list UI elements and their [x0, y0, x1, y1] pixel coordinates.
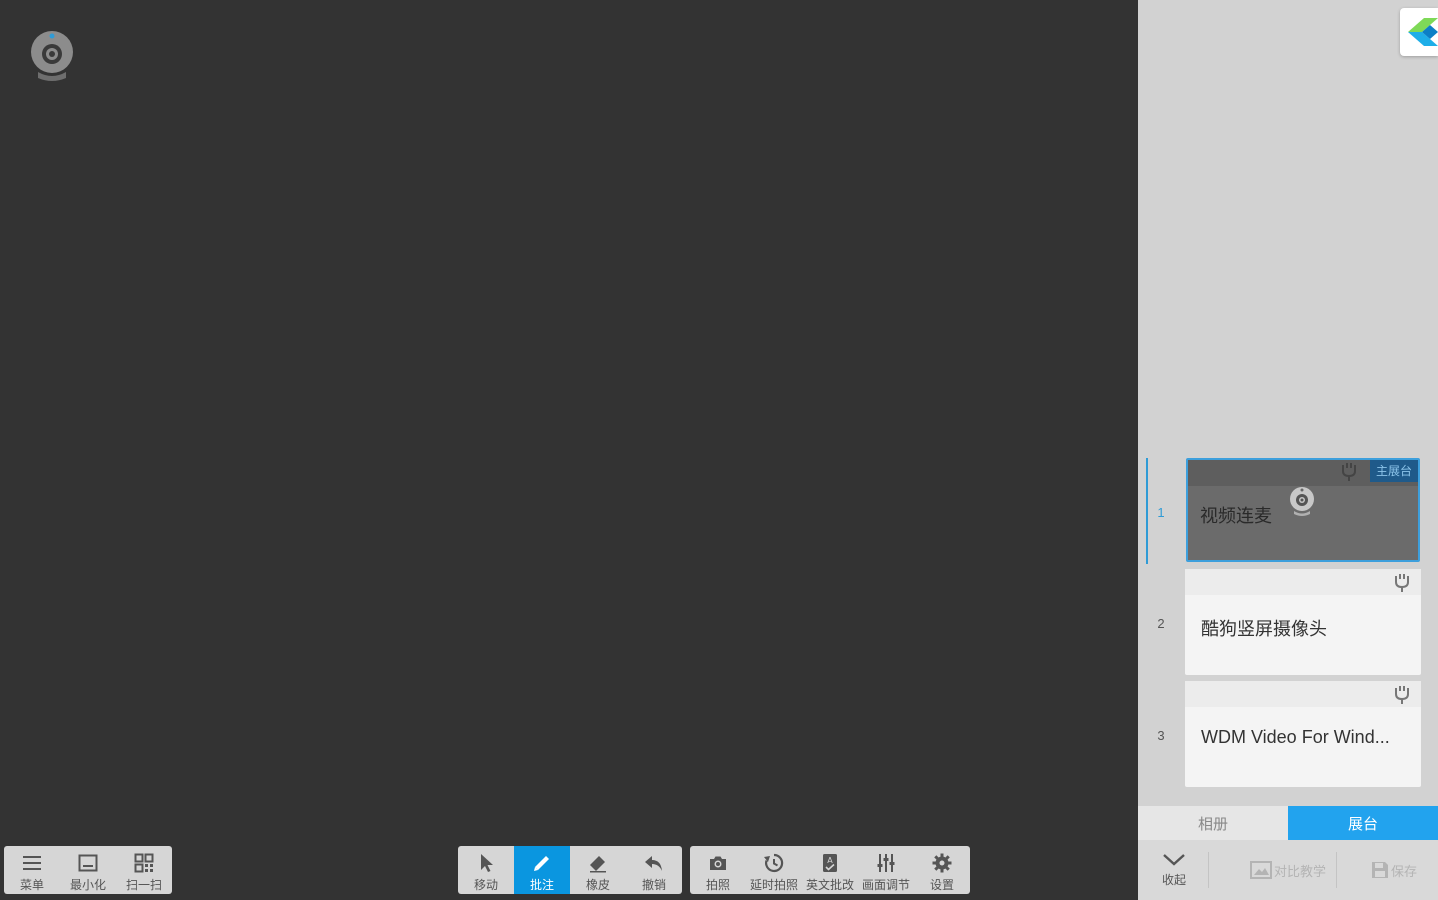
photo-button[interactable]: 拍照 — [690, 846, 746, 894]
panel-tabs: 相册 展台 — [1138, 806, 1438, 840]
scan-label: 扫一扫 — [125, 878, 162, 892]
source-card[interactable]: WDM Video For Wind... — [1185, 681, 1421, 787]
eraser-button[interactable]: 橡皮 — [570, 846, 626, 894]
save-button[interactable]: 保存 — [1364, 840, 1424, 900]
scan-button[interactable]: 扫一扫 — [116, 846, 172, 894]
grading-document-icon: A — [823, 854, 837, 872]
app-logo — [1400, 8, 1438, 56]
source-name: 视频连麦 — [1200, 506, 1272, 526]
timed-photo-button[interactable]: 延时拍照 — [746, 846, 802, 894]
source-card[interactable]: 酷狗竖屏摄像头 — [1185, 569, 1421, 675]
cursor-arrow-icon — [481, 854, 493, 872]
qr-code-icon — [134, 853, 154, 873]
webcam-icon — [1290, 487, 1314, 516]
english-grading-label: 英文批改 — [805, 878, 854, 892]
bottom-left-toolbar: 菜单 最小化 扫一扫 — [4, 846, 172, 894]
camera-stage[interactable] — [0, 0, 1138, 900]
source-item-2[interactable]: 2 酷狗竖屏摄像头 — [1138, 569, 1438, 677]
minimize-button[interactable]: 最小化 — [60, 846, 116, 894]
sliders-icon — [877, 854, 895, 872]
menu-button[interactable]: 菜单 — [4, 846, 60, 894]
collapse-label: 收起 — [1161, 872, 1186, 887]
source-name: 酷狗竖屏摄像头 — [1201, 619, 1327, 639]
eraser-icon — [590, 856, 606, 873]
plug-icon[interactable] — [1340, 462, 1358, 482]
tab-stage[interactable]: 展台 — [1288, 806, 1438, 840]
minimize-label: 最小化 — [69, 878, 106, 892]
gear-icon — [932, 853, 952, 873]
card-header — [1185, 681, 1421, 707]
timed-photo-label: 延时拍照 — [749, 878, 798, 892]
source-side-panel: 1 主展台 视频连麦 2 酷狗竖屏摄像头 3 WDM Video For Win… — [1138, 0, 1438, 900]
brand-logo-icon — [1408, 18, 1438, 46]
plug-icon[interactable] — [1393, 573, 1411, 593]
menu-label: 菜单 — [19, 878, 44, 892]
undo-label: 撤销 — [641, 878, 666, 892]
image-adjust-button[interactable]: 画面调节 — [858, 846, 914, 894]
capture-toolbar: 拍照 延时拍照 A 英文批改 画面调节 设置 — [690, 846, 970, 894]
side-footer: 收起 对比教学 保存 — [1138, 840, 1438, 900]
settings-label: 设置 — [929, 878, 954, 892]
card-header — [1185, 569, 1421, 595]
source-index: 3 — [1157, 727, 1165, 743]
divider — [1336, 852, 1337, 888]
source-card[interactable]: 主展台 视频连麦 — [1186, 458, 1420, 562]
compare-teaching-button[interactable]: 对比教学 — [1236, 840, 1340, 900]
annotate-label: 批注 — [529, 878, 554, 892]
image-adjust-label: 画面调节 — [861, 878, 910, 892]
history-clock-icon — [764, 853, 784, 873]
undo-icon — [645, 856, 662, 871]
pen-icon — [534, 856, 549, 871]
minimize-icon — [78, 854, 98, 872]
settings-button[interactable]: 设置 — [914, 846, 970, 894]
source-item-3[interactable]: 3 WDM Video For Wind... — [1138, 681, 1438, 789]
hamburger-icon — [23, 856, 41, 870]
move-button[interactable]: 移动 — [458, 846, 514, 894]
english-grading-button[interactable]: A 英文批改 — [802, 846, 858, 894]
annotation-toolbar: 移动 批注 橡皮 撤销 — [458, 846, 682, 894]
svg-text:A: A — [827, 856, 833, 865]
webcam-icon — [31, 31, 73, 81]
source-index: 2 — [1157, 615, 1165, 631]
chevron-down-icon — [1163, 853, 1185, 866]
collapse-button[interactable]: 收起 — [1152, 840, 1196, 900]
main-stage-badge: 主展台 — [1369, 460, 1418, 482]
image-gallery-icon — [1249, 861, 1272, 879]
camera-icon — [710, 856, 726, 870]
divider — [1208, 852, 1209, 888]
eraser-label: 橡皮 — [585, 878, 610, 892]
plug-icon[interactable] — [1393, 685, 1411, 705]
floppy-disk-icon — [1371, 862, 1388, 878]
undo-button[interactable]: 撤销 — [626, 846, 682, 894]
source-index: 1 — [1157, 504, 1165, 520]
photo-label: 拍照 — [705, 878, 730, 892]
source-item-1[interactable]: 1 主展台 视频连麦 — [1138, 458, 1438, 566]
compare-teaching-label: 对比教学 — [1273, 863, 1326, 879]
annotate-button[interactable]: 批注 — [514, 846, 570, 894]
move-label: 移动 — [473, 878, 498, 892]
save-label: 保存 — [1390, 863, 1417, 879]
tab-album[interactable]: 相册 — [1138, 806, 1288, 840]
source-name: WDM Video For Wind... — [1201, 727, 1390, 747]
